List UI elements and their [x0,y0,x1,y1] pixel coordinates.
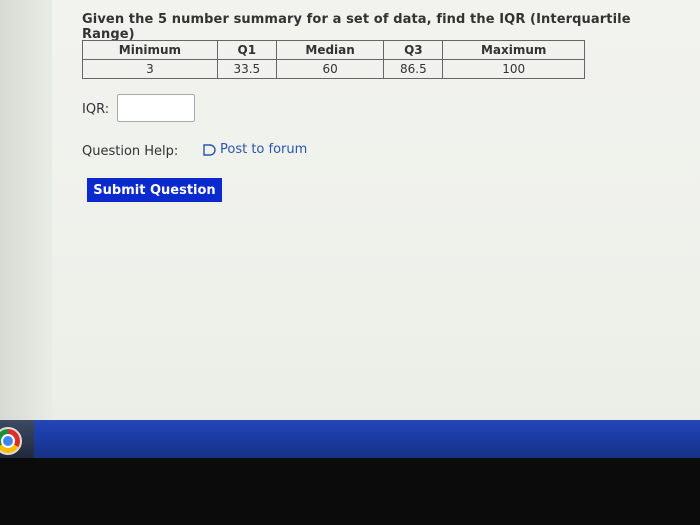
table-header: Maximum [442,40,585,60]
table-header-row: Minimum Q1 Median Q3 Maximum [82,40,585,60]
table-cell: 60 [275,59,385,79]
forum-icon [203,143,216,156]
monitor-bezel [0,458,700,525]
table-row: 3 33.5 60 86.5 100 [82,59,585,79]
post-to-forum-text: Post to forum [220,142,308,157]
iqr-input[interactable] [117,94,195,122]
post-to-forum-link[interactable]: Post to forum [202,142,307,157]
submit-question-button[interactable]: Submit Question [87,178,222,202]
question-content: Given the 5 number summary for a set of … [82,6,642,202]
table-header: Q1 [216,40,277,60]
left-window-edge [0,0,52,420]
table-cell: 100 [442,59,585,79]
five-number-summary-table: Minimum Q1 Median Q3 Maximum 3 33.5 60 8… [82,40,585,79]
question-help-label: Question Help: [82,144,179,159]
taskbar [0,420,700,458]
table-cell: 86.5 [383,59,444,79]
iqr-label: IQR: [82,102,110,117]
table-cell: 3 [82,59,218,79]
table-cell: 33.5 [216,59,277,79]
question-text: Given the 5 number summary for a set of … [82,12,631,42]
table-header: Q3 [383,40,444,60]
table-header: Minimum [82,40,218,60]
table-header: Median [275,40,385,60]
